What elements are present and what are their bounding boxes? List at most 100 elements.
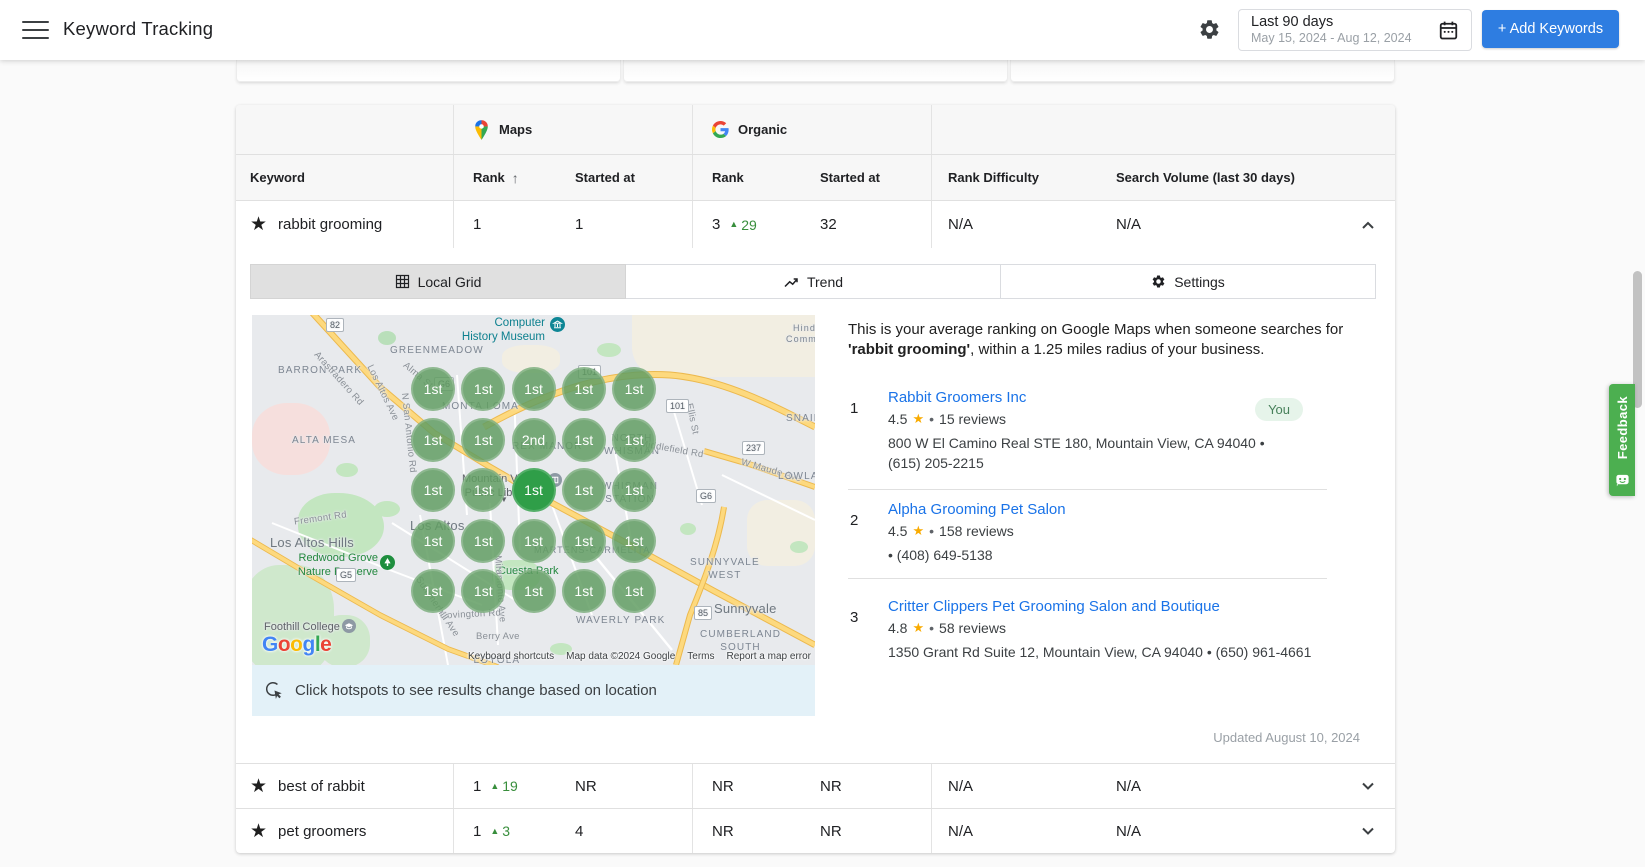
grid-rank-hotspot[interactable]: 1st: [612, 367, 656, 411]
grid-rank-hotspot[interactable]: 1st: [461, 468, 505, 512]
google-g-icon: [712, 121, 729, 138]
updated-timestamp: Updated August 10, 2024: [1213, 730, 1360, 745]
table-column-header: Keyword Rank ↑ Started at Rank Started a…: [236, 155, 1395, 201]
grid-rank-hotspot[interactable]: 1st: [612, 569, 656, 613]
favorite-star-icon[interactable]: ★: [250, 777, 267, 796]
grid-rank-hotspot[interactable]: 1st: [612, 468, 656, 512]
route-shield-label: 85: [694, 606, 712, 620]
rank-delta-badge: ▲3: [490, 823, 510, 839]
grid-rank-hotspot[interactable]: 1st: [562, 519, 606, 563]
keyword-row-rabbit-grooming[interactable]: ★ rabbit grooming 1 1 3 ▲29 32 N/A N/A: [236, 201, 1395, 248]
map-label: WAVERLY PARK: [576, 615, 665, 628]
grid-rank-hotspot[interactable]: 1st: [612, 519, 656, 563]
menu-icon[interactable]: [22, 21, 49, 39]
google-logo: Google: [262, 633, 331, 657]
sort-ascending-icon: ↑: [512, 170, 519, 186]
route-shield-label: G5: [336, 568, 356, 582]
difficulty-value: N/A: [931, 764, 1100, 808]
grid-rank-hotspot[interactable]: 1st: [512, 468, 556, 512]
hotspot-hint-text: Click hotspots to see results change bas…: [295, 682, 657, 699]
maps-group-header: Maps: [453, 105, 692, 154]
tab-local-grid[interactable]: Local Grid: [250, 264, 626, 299]
col-keyword: Keyword: [236, 155, 453, 200]
grid-rank-hotspot[interactable]: 2nd: [512, 418, 556, 462]
rank-delta-badge: ▲29: [729, 217, 757, 233]
maps-rank-value: 1: [453, 201, 575, 248]
business-rating: 4.8 ★ • 58 reviews: [888, 620, 1360, 636]
maps-pin-icon: [473, 119, 490, 141]
map-label: Sunnyvale: [714, 601, 777, 617]
grid-rank-hotspot[interactable]: 1st: [411, 569, 455, 613]
grid-rank-hotspot[interactable]: 1st: [461, 418, 505, 462]
business-name-link[interactable]: Alpha Grooming Pet Salon: [888, 500, 1360, 519]
map-attribution-link: Map data ©2024 Google: [566, 651, 675, 662]
col-search-volume: Search Volume (last 30 days): [1100, 155, 1340, 200]
route-shield-label: 101: [666, 399, 689, 413]
calendar-icon: [1438, 20, 1459, 41]
you-badge: You: [1255, 398, 1303, 421]
divider: [848, 578, 1327, 579]
grid-rank-hotspot[interactable]: 1st: [411, 519, 455, 563]
grid-rank-hotspot[interactable]: 1st: [512, 519, 556, 563]
route-shield-label: G6: [696, 489, 716, 503]
map-label: LOWLANDS: [778, 471, 815, 484]
map-attribution-link[interactable]: Terms: [687, 651, 714, 662]
keyword-row-pet-groomers[interactable]: ★ pet groomers 1 ▲3 4 NR NR N/A N/A: [236, 808, 1395, 853]
rank-delta-badge: ▲19: [490, 778, 518, 794]
map-label: Computer History Museum: [427, 316, 545, 345]
col-maps-rank-sort[interactable]: Rank ↑: [453, 155, 575, 200]
add-keywords-button[interactable]: + Add Keywords: [1482, 10, 1619, 48]
grid-rank-hotspot[interactable]: 1st: [411, 418, 455, 462]
maps-group-label: Maps: [499, 122, 532, 137]
feedback-button[interactable]: Feedback: [1609, 384, 1635, 496]
grid-rank-hotspot[interactable]: 1st: [562, 418, 606, 462]
local-result-item: 2 Alpha Grooming Pet Salon 4.5 ★ • 158 r…: [848, 500, 1360, 565]
grid-rank-hotspot[interactable]: 1st: [461, 569, 505, 613]
map-attribution-link[interactable]: Report a map error: [727, 651, 811, 662]
feedback-bot-icon: [1615, 472, 1630, 487]
grid-rank-hotspot[interactable]: 1st: [512, 569, 556, 613]
date-range-picker[interactable]: Last 90 days May 15, 2024 - Aug 12, 2024: [1238, 9, 1472, 51]
keyword-row-best-of-rabbit[interactable]: ★ best of rabbit 1 ▲19 NR NR NR N/A N/A: [236, 763, 1395, 808]
grid-rank-hotspot[interactable]: 1st: [562, 468, 606, 512]
result-rank: 3: [850, 609, 858, 626]
favorite-star-icon[interactable]: ★: [250, 822, 267, 841]
grid-rank-hotspot[interactable]: 1st: [562, 367, 606, 411]
maps-rank-value: 1 ▲3: [453, 809, 575, 853]
organic-rank-value: 3 ▲29: [692, 201, 820, 248]
grid-rank-hotspot[interactable]: 1st: [512, 367, 556, 411]
museum-icon: [550, 317, 565, 332]
col-organic-rank: Rank: [692, 155, 820, 200]
grid-rank-hotspot[interactable]: 1st: [461, 519, 505, 563]
expand-row-button[interactable]: [1340, 809, 1395, 853]
app-bar: Keyword Tracking Last 90 days May 15, 20…: [0, 0, 1645, 60]
settings-gear-icon[interactable]: [1198, 18, 1221, 41]
difficulty-value: N/A: [931, 201, 1100, 248]
col-organic-started: Started at: [820, 155, 931, 200]
page-title: Keyword Tracking: [63, 18, 213, 40]
difficulty-value: N/A: [931, 809, 1100, 853]
trend-icon: [783, 274, 799, 290]
grid-summary-text: This is your average ranking on Google M…: [848, 320, 1354, 359]
grid-rank-hotspot[interactable]: 1st: [411, 468, 455, 512]
grid-rank-hotspot[interactable]: 1st: [461, 367, 505, 411]
delta-up-icon: ▲: [490, 827, 499, 836]
expand-row-button[interactable]: [1340, 764, 1395, 808]
collapse-row-button[interactable]: [1340, 201, 1395, 248]
local-result-item: 3 Critter Clippers Pet Grooming Salon an…: [848, 597, 1360, 662]
business-name-link[interactable]: Critter Clippers Pet Grooming Salon and …: [888, 597, 1360, 616]
grid-rank-hotspot[interactable]: 1st: [562, 569, 606, 613]
organic-started-value: 32: [820, 201, 931, 248]
grid-rank-hotspot[interactable]: 1st: [612, 418, 656, 462]
summary-card: [1010, 60, 1395, 82]
local-result-item: 1 Rabbit Groomers Inc 4.5 ★ • 15 reviews…: [848, 388, 1360, 473]
favorite-star-icon[interactable]: ★: [250, 215, 267, 234]
rating-star-icon: ★: [912, 411, 924, 427]
keyword-label: best of rabbit: [278, 778, 365, 795]
volume-value: N/A: [1100, 764, 1340, 808]
grid-rank-hotspot[interactable]: 1st: [411, 367, 455, 411]
map-attribution-link[interactable]: Keyboard shortcuts: [468, 651, 554, 662]
local-grid-map[interactable]: ▼ Computer History MuseumGREENMEADOWBARR…: [252, 315, 815, 665]
col-maps-started: Started at: [575, 155, 692, 200]
keyword-label: pet groomers: [278, 823, 366, 840]
